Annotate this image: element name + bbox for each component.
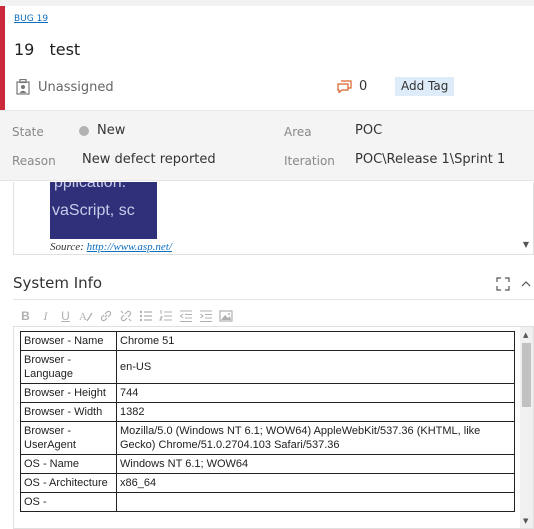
table-row: OS - Architecture x86_64 (20, 473, 515, 493)
bold-button[interactable]: B (17, 308, 34, 324)
scroll-down-arrow-icon[interactable]: ▼ (523, 517, 528, 525)
decrease-indent-button[interactable] (177, 308, 194, 324)
discussion-count[interactable]: 0 (337, 79, 367, 94)
embedded-screenshot-image: pplication. vaScript, sc (50, 182, 157, 239)
bulleted-list-button[interactable] (137, 308, 154, 324)
table-row: Browser - Width 1382 (20, 402, 515, 422)
table-key-cell: Browser - Name (20, 331, 117, 351)
comment-icon (337, 80, 352, 93)
table-key-cell: OS - Name (20, 454, 117, 474)
image-icon (218, 310, 233, 322)
description-editor[interactable]: pplication. vaScript, sc Source: http://… (13, 182, 534, 255)
iteration-label: Iteration (284, 154, 335, 168)
table-value-cell: 744 (116, 383, 515, 403)
scrollbar-thumb[interactable] (522, 343, 531, 407)
image-text-line-1: pplication. (54, 182, 127, 191)
image-text-line-2: vaScript, sc (52, 202, 135, 219)
source-label: Source: (50, 241, 84, 253)
collapse-chevron-icon[interactable] (520, 279, 532, 289)
underline-button[interactable]: U (57, 308, 74, 324)
table-value-cell: en-US (116, 350, 515, 384)
area-value[interactable]: POC (355, 123, 382, 138)
italic-button[interactable]: I (37, 308, 54, 324)
image-source-caption: Source: http://www.asp.net/ (50, 241, 172, 253)
unlink-icon (120, 310, 131, 322)
work-item-type-link[interactable]: BUG 19 (14, 14, 48, 24)
maximize-icon[interactable] (496, 277, 510, 291)
state-indicator-dot (79, 126, 89, 136)
rich-text-toolbar: B I U A (17, 308, 234, 324)
vertical-scrollbar[interactable]: ▲ ▼ (520, 327, 533, 528)
table-key-cell: Browser - Width (20, 402, 117, 422)
source-link[interactable]: http://www.asp.net/ (87, 241, 172, 253)
insert-image-button[interactable] (217, 308, 234, 324)
system-info-title: System Info (13, 274, 103, 292)
add-tag-button[interactable]: Add Tag (395, 77, 455, 96)
table-key-cell: OS - Architecture (20, 473, 117, 493)
system-info-editor[interactable]: Browser - Name Chrome 51 Browser - Langua… (13, 326, 534, 529)
link-icon (100, 310, 111, 322)
table-value-cell: x86_64 (116, 473, 515, 493)
state-value[interactable]: New (97, 123, 125, 138)
reason-value[interactable]: New defect reported (82, 152, 216, 167)
table-value-cell: Mozilla/5.0 (Windows NT 6.1; WOW64) Appl… (116, 421, 515, 455)
numbered-list-icon (158, 310, 172, 321)
table-key-cell: Browser - Height (20, 383, 117, 403)
assigned-to-value: Unassigned (38, 79, 114, 95)
table-row: OS - Name Windows NT 6.1; WOW64 (20, 454, 515, 474)
assigned-to-control[interactable]: Unassigned (16, 77, 114, 97)
system-info-table: Browser - Name Chrome 51 Browser - Langua… (20, 331, 515, 512)
state-label: State (12, 125, 44, 139)
scroll-up-arrow-icon[interactable]: ▲ (523, 331, 528, 339)
work-item-type-color-bar (0, 6, 5, 110)
section-divider (13, 299, 534, 300)
table-key-cell: Browser - Language (20, 350, 117, 384)
table-value-cell: Chrome 51 (116, 331, 515, 351)
table-value-cell (116, 492, 515, 512)
area-label: Area (284, 125, 312, 139)
remove-link-button[interactable] (117, 308, 134, 324)
table-key-cell: OS - (20, 492, 117, 512)
indent-icon (199, 310, 212, 323)
table-value-cell: 1382 (116, 402, 515, 422)
scroll-down-arrow-icon[interactable]: ▼ (523, 240, 529, 249)
table-key-cell: Browser - UserAgent (20, 421, 117, 455)
svg-text:A: A (79, 311, 87, 323)
table-row: Browser - Language en-US (20, 350, 515, 384)
bullet-list-icon (139, 310, 152, 322)
highlight-button[interactable]: A (77, 308, 94, 324)
core-fields-panel: State New Reason New defect reported Are… (0, 110, 534, 181)
insert-link-button[interactable] (97, 308, 114, 324)
highlight-icon: A (79, 311, 93, 323)
numbered-list-button[interactable] (157, 308, 174, 324)
table-row: Browser - UserAgent Mozilla/5.0 (Windows … (20, 421, 515, 455)
iteration-value[interactable]: POC\Release 1\Sprint 1 (355, 152, 505, 167)
outdent-icon (179, 310, 192, 323)
comment-count: 0 (359, 79, 368, 94)
table-row: Browser - Name Chrome 51 (20, 331, 515, 351)
person-icon (16, 79, 30, 95)
reason-label: Reason (12, 154, 56, 168)
table-row: Browser - Height 744 (20, 383, 515, 403)
table-value-cell: Windows NT 6.1; WOW64 (116, 454, 515, 474)
work-item-title[interactable]: 19 test (14, 40, 80, 59)
work-item-id: 19 (14, 40, 35, 59)
table-row: OS - (20, 492, 515, 512)
work-item-title-text[interactable]: test (49, 40, 80, 59)
increase-indent-button[interactable] (197, 308, 214, 324)
